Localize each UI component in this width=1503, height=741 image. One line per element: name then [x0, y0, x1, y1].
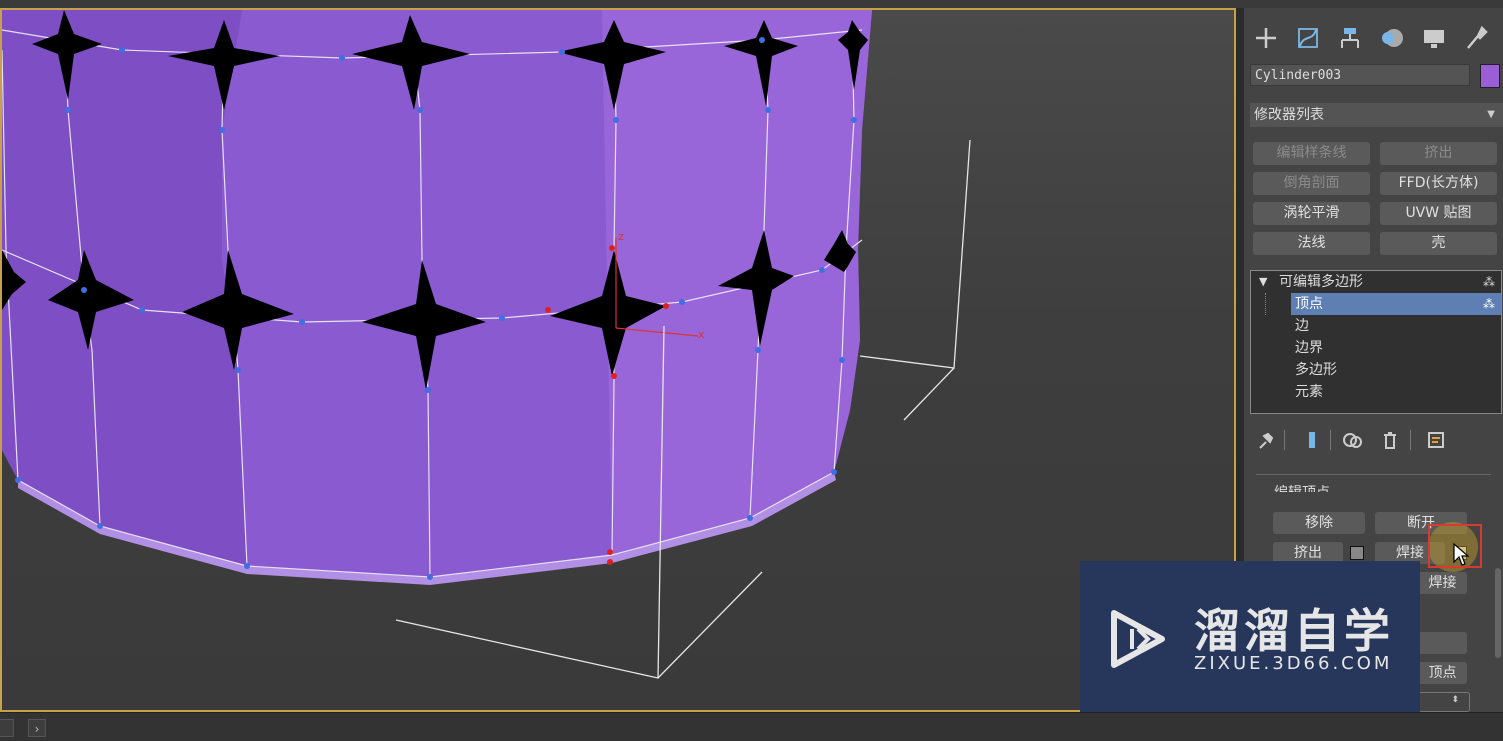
bottom-bar: › — [0, 712, 1503, 741]
logo-title: 溜溜自学 — [1194, 604, 1394, 658]
trash-icon[interactable] — [1380, 430, 1400, 450]
stack-item-polygon[interactable]: 多边形 — [1251, 359, 1501, 381]
command-panel-tabs — [1246, 12, 1501, 64]
stack-item-label: 元素 — [1295, 384, 1323, 400]
utilities-tab-icon[interactable] — [1462, 24, 1490, 52]
edit-spline-button[interactable]: 编辑样条线 — [1253, 142, 1370, 165]
rollout-button[interactable] — [1418, 632, 1467, 654]
modifier-list-dropdown[interactable]: 修改器列表 ▼ — [1250, 103, 1503, 127]
stack-item-element[interactable]: 元素 — [1251, 381, 1501, 403]
uvw-map-button[interactable]: UVW 贴图 — [1380, 202, 1497, 225]
stack-item-edge[interactable]: 边 — [1251, 315, 1501, 337]
vertex-weights-button[interactable]: 顶点 — [1418, 662, 1467, 684]
modifier-stack: ▼ 可编辑多边形 ⁂ 顶点 ⁂ 边 边界 多边形 元素 — [1250, 270, 1502, 414]
create-tab-icon[interactable] — [1252, 24, 1280, 52]
stack-item-label: 边界 — [1295, 340, 1323, 356]
stack-item-border[interactable]: 边界 — [1251, 337, 1501, 359]
perspective-viewport[interactable]: z x — [0, 8, 1236, 712]
turbosmooth-button[interactable]: 涡轮平滑 — [1253, 202, 1370, 225]
pin-stack-icon[interactable] — [1256, 430, 1276, 450]
next-arrow-icon[interactable]: › — [28, 719, 46, 737]
chevron-down-icon: ▼ — [1487, 109, 1495, 120]
normal-modifier-button[interactable]: 法线 — [1253, 232, 1370, 255]
stack-root-editable-poly[interactable]: ▼ 可编辑多边形 ⁂ — [1251, 271, 1501, 293]
play-logo-icon — [1111, 610, 1165, 668]
extrude-settings-icon[interactable] — [1350, 546, 1364, 560]
target-weld-button[interactable]: 焊接 — [1418, 572, 1467, 594]
collapse-triangle-icon[interactable]: ▼ — [1259, 271, 1267, 293]
configure-modifier-sets-icon[interactable] — [1426, 430, 1448, 450]
motion-tab-icon[interactable] — [1378, 24, 1406, 52]
logo-url: ZIXUE.3D66.COM — [1194, 653, 1393, 674]
gizmo-z-label: z — [618, 230, 624, 243]
make-unique-icon[interactable] — [1342, 430, 1364, 450]
gizmo-x-label: x — [698, 328, 705, 341]
rollout-divider — [1256, 474, 1491, 475]
stack-item-label: 多边形 — [1295, 362, 1337, 378]
object-name-field[interactable]: Cylinder003 — [1250, 64, 1470, 86]
stack-item-label: 边 — [1295, 318, 1309, 334]
mesh-render: z x — [2, 10, 971, 679]
prev-button[interactable] — [0, 719, 14, 737]
rollout-title-partial[interactable]: 编辑顶点 — [1274, 482, 1330, 492]
stack-root-label: 可编辑多边形 — [1279, 274, 1363, 290]
shell-modifier-button[interactable]: 壳 — [1380, 232, 1497, 255]
top-strip — [0, 0, 1503, 8]
stack-toolbar — [1252, 428, 1497, 452]
watermark-logo: 溜溜自学 ZIXUE.3D66.COM — [1080, 561, 1420, 721]
subobject-icon: ⁂ — [1483, 297, 1495, 311]
show-end-result-icon[interactable] — [1302, 430, 1322, 450]
modifier-list-label: 修改器列表 — [1254, 107, 1324, 123]
stack-item-label: 顶点 — [1295, 296, 1323, 312]
subobject-icon: ⁂ — [1483, 275, 1495, 289]
remove-button[interactable]: 移除 — [1273, 512, 1365, 534]
mouse-cursor-icon — [1453, 542, 1470, 566]
spinner-field[interactable]: ⬍ — [1418, 692, 1470, 712]
ffd-box-button[interactable]: FFD(长方体) — [1380, 172, 1497, 195]
hierarchy-tab-icon[interactable] — [1336, 24, 1364, 52]
panel-scrollbar[interactable] — [1495, 568, 1501, 658]
stack-item-vertex[interactable]: 顶点 ⁂ — [1251, 293, 1501, 315]
display-tab-icon[interactable] — [1420, 24, 1448, 52]
bevel-profile-button[interactable]: 倒角剖面 — [1253, 172, 1370, 195]
spinner-arrows-icon[interactable]: ⬍ — [1451, 695, 1459, 705]
object-color-swatch[interactable] — [1480, 64, 1500, 88]
extrude-modifier-button[interactable]: 挤出 — [1380, 142, 1497, 165]
modify-tab-icon[interactable] — [1294, 24, 1322, 52]
